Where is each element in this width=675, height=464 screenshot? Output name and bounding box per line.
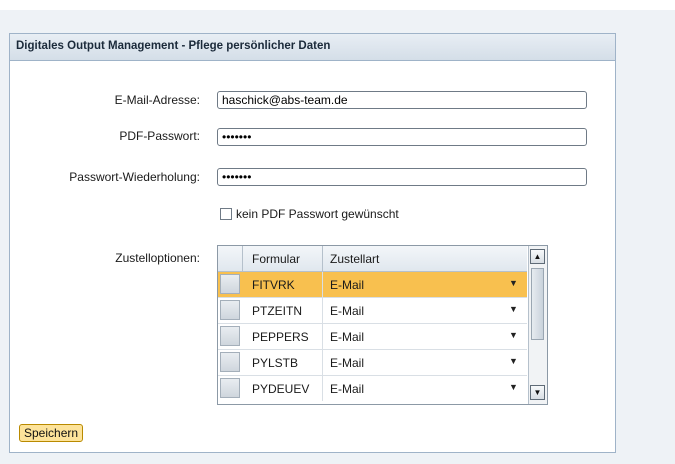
zustellart-select[interactable]: E-Mail [330,382,364,396]
zustellart-select[interactable]: E-Mail [330,330,364,344]
formular-cell: PEPPERS [252,330,309,344]
cell-divider [322,324,323,349]
chevron-down-icon[interactable]: ▼ [509,330,518,340]
email-label: E-Mail-Adresse: [114,93,200,107]
zustellart-select[interactable]: E-Mail [330,278,364,292]
delivery-options-table: Formular Zustellart FITVRK E-Mail ▼ PTZE… [217,245,548,405]
row-selector[interactable] [220,326,240,346]
zustellart-select[interactable]: E-Mail [330,304,364,318]
arrow-up-icon[interactable]: ▲ [530,249,545,264]
panel-title: Digitales Output Management - Pflege per… [16,40,331,52]
table-row[interactable]: PYLSTB E-Mail ▼ [218,350,527,376]
cell-divider [322,376,323,401]
zustellart-select[interactable]: E-Mail [330,356,364,370]
formular-cell: FITVRK [252,278,295,292]
formular-cell: PYLSTB [252,356,299,370]
cell-divider [322,298,323,323]
delivery-options-label: Zustelloptionen: [115,251,200,265]
table-row[interactable]: PTZEITN E-Mail ▼ [218,298,527,324]
column-header-zustellart[interactable]: Zustellart [330,252,379,266]
email-field[interactable] [217,91,587,109]
arrow-down-icon[interactable]: ▼ [530,385,545,400]
chevron-down-icon[interactable]: ▼ [509,304,518,314]
table-row[interactable]: PEPPERS E-Mail ▼ [218,324,527,350]
top-strip [0,0,675,10]
chevron-down-icon[interactable]: ▼ [509,278,518,288]
formular-cell: PYDEUEV [252,382,310,396]
row-selector[interactable] [220,352,240,372]
cell-divider [322,272,323,297]
row-selector[interactable] [220,274,240,294]
formular-cell: PTZEITN [252,304,302,318]
password-repeat-label: Passwort-Wiederholung: [69,170,200,184]
chevron-down-icon[interactable]: ▼ [509,382,518,392]
row-selector[interactable] [220,300,240,320]
cell-divider [322,350,323,375]
column-divider [322,246,323,271]
no-pdf-password-label: kein PDF Passwort gewünscht [236,207,399,221]
table-header: Formular Zustellart [218,246,527,272]
column-header-formular[interactable]: Formular [252,252,300,266]
save-button[interactable]: Speichern [19,424,84,442]
no-pdf-password-checkbox[interactable] [220,208,232,220]
table-row[interactable]: FITVRK E-Mail ▼ [218,272,527,298]
password-repeat-field[interactable] [217,168,587,186]
row-selector[interactable] [220,378,240,398]
panel-header: Digitales Output Management - Pflege per… [10,34,615,61]
chevron-down-icon[interactable]: ▼ [509,356,518,366]
scrollbar-thumb[interactable] [531,268,544,340]
pdf-password-field[interactable] [217,128,587,146]
select-all-cell[interactable] [218,246,243,271]
pdf-password-label: PDF-Passwort: [119,129,200,143]
vertical-scrollbar[interactable]: ▲ ▼ [528,246,547,404]
table-row[interactable]: PYDEUEV E-Mail ▼ [218,376,527,401]
